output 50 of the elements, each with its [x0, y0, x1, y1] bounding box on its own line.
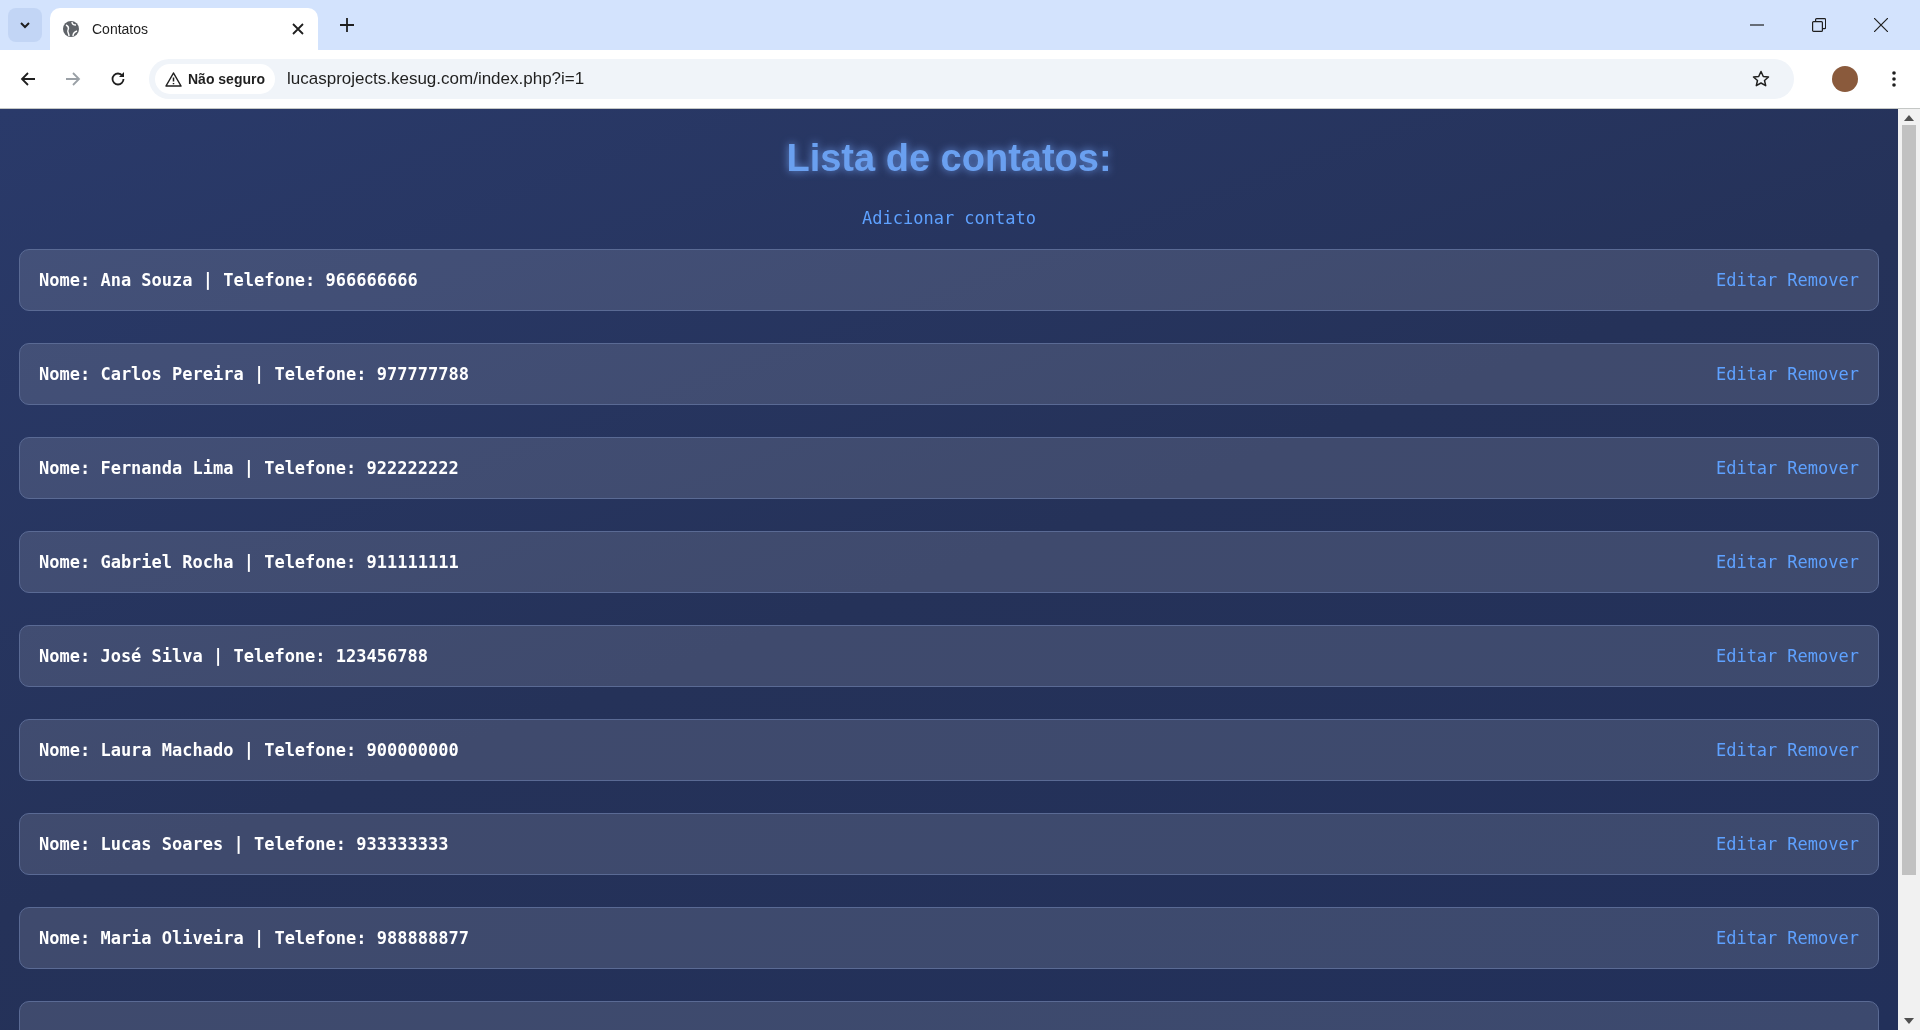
- edit-link[interactable]: Editar: [1715, 834, 1778, 854]
- tab-search-button[interactable]: [8, 8, 42, 42]
- edit-link[interactable]: Editar: [1715, 740, 1778, 760]
- edit-link[interactable]: Editar: [1715, 552, 1778, 572]
- contact-text: Nome: Lucas Soares | Telefone: 933333333: [39, 834, 450, 854]
- back-arrow-icon[interactable]: [20, 71, 36, 87]
- add-contact-link[interactable]: Adicionar contato: [862, 208, 1036, 228]
- browser-tab[interactable]: Contatos: [50, 8, 318, 50]
- address-bar[interactable]: Não seguro lucasprojects.kesug.com/index.php?i=1: [149, 59, 1794, 99]
- contact-text: Nome: Carlos Pereira | Telefone: 977777788: [39, 364, 470, 384]
- remove-link[interactable]: Remover: [1787, 740, 1859, 760]
- edit-link[interactable]: Editar: [1715, 364, 1778, 384]
- profile-avatar[interactable]: [1832, 66, 1858, 92]
- url-text: lucasprojects.kesug.com/index.php?i=1: [287, 69, 585, 89]
- remove-link[interactable]: Remover: [1787, 928, 1859, 948]
- contact-text: Nome: Laura Machado | Telefone: 900000000: [39, 740, 460, 760]
- scroll-down-icon[interactable]: [1904, 1018, 1914, 1024]
- scrollbar-thumb[interactable]: [1902, 125, 1916, 875]
- security-chip[interactable]: Não seguro: [155, 64, 275, 94]
- remove-link[interactable]: Remover: [1787, 552, 1859, 572]
- contact-text: Nome: José Silva | Telefone: 123456788: [39, 646, 429, 666]
- remove-link[interactable]: Remover: [1787, 364, 1859, 384]
- remove-link[interactable]: Remover: [1787, 646, 1859, 666]
- globe-icon: [62, 20, 80, 38]
- remove-link[interactable]: Remover: [1787, 458, 1859, 478]
- scroll-up-icon[interactable]: [1904, 115, 1914, 121]
- restore-icon[interactable]: [1812, 18, 1826, 32]
- reload-icon[interactable]: [110, 71, 126, 87]
- remove-link[interactable]: Remover: [1787, 270, 1859, 290]
- page-title: Lista de contatos:: [786, 137, 1112, 180]
- edit-link[interactable]: Editar: [1715, 458, 1778, 478]
- edit-link[interactable]: Editar: [1715, 646, 1778, 666]
- remove-link[interactable]: Remover: [1787, 834, 1859, 854]
- contact-text: Nome: Maria Oliveira | Telefone: 988888877: [39, 928, 470, 948]
- security-label: Não seguro: [188, 71, 265, 87]
- contact-text: Nome: Gabriel Rocha | Telefone: 911111111: [39, 552, 460, 572]
- close-icon[interactable]: [292, 23, 304, 35]
- close-icon[interactable]: [1874, 18, 1888, 32]
- contact-text: Nome: Fernanda Lima | Telefone: 922222222: [39, 458, 460, 478]
- edit-link[interactable]: Editar: [1715, 928, 1778, 948]
- edit-link[interactable]: Editar: [1715, 270, 1778, 290]
- menu-icon[interactable]: [1892, 71, 1896, 87]
- tab-title: Contatos: [92, 21, 150, 37]
- new-tab-icon[interactable]: [340, 18, 354, 32]
- contact-text: Nome: Ana Souza | Telefone: 966666666: [39, 270, 419, 290]
- forward-arrow-icon[interactable]: [65, 71, 81, 87]
- warning-icon: [165, 71, 182, 87]
- chevron-down-icon: [19, 21, 31, 29]
- scrollbar[interactable]: [1898, 109, 1920, 1030]
- star-icon[interactable]: [1752, 70, 1770, 88]
